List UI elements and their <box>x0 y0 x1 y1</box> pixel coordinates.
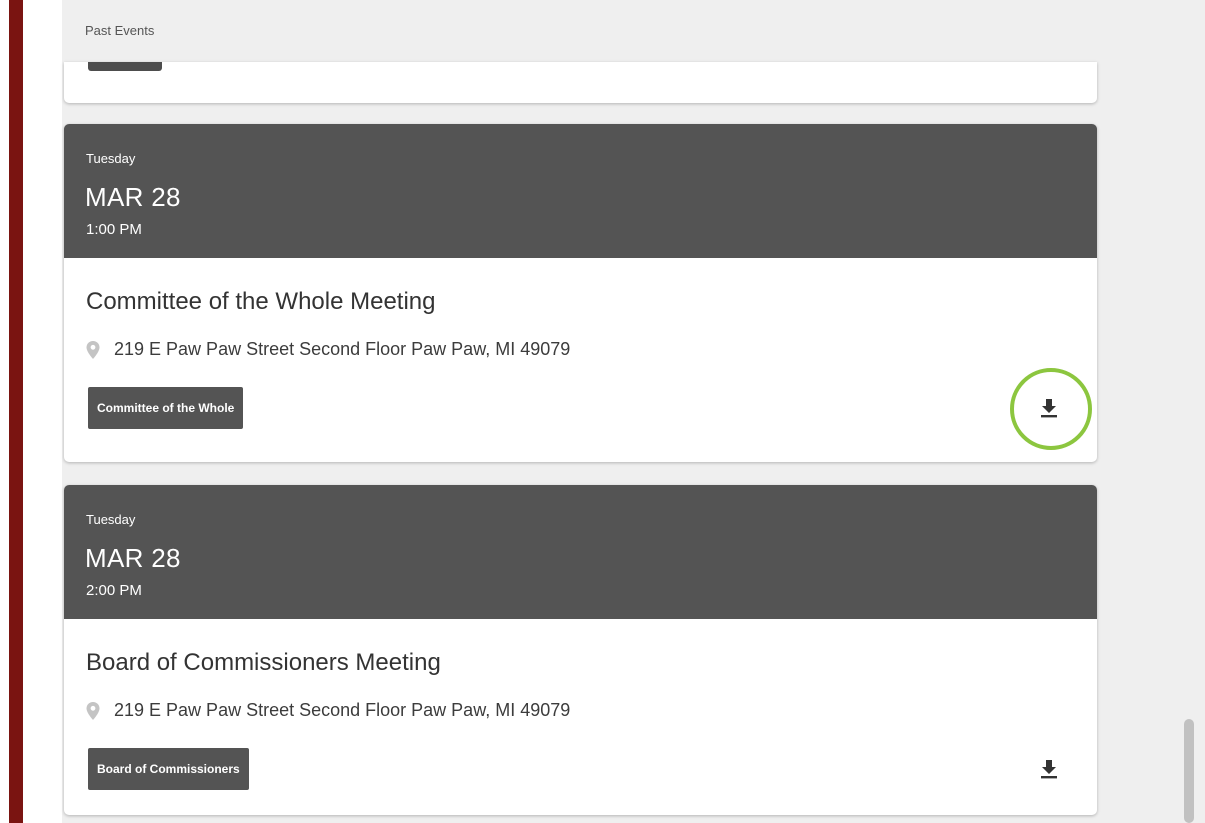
section-label: Past Events <box>85 23 155 38</box>
event-time: 2:00 PM <box>86 582 142 599</box>
map-marker-icon <box>86 701 100 720</box>
map-marker-icon <box>86 340 100 359</box>
event-card-partial <box>64 62 1097 103</box>
event-location: 219 E Paw Paw Street Second Floor Paw Pa… <box>86 700 570 721</box>
event-location-text: 219 E Paw Paw Street Second Floor Paw Pa… <box>114 339 571 359</box>
event-location-text: 219 E Paw Paw Street Second Floor Paw Pa… <box>114 700 571 720</box>
category-tag[interactable]: Committee of the Whole <box>88 387 244 429</box>
event-title[interactable]: Committee of the Whole Meeting <box>86 288 436 316</box>
event-time: 1:00 PM <box>86 221 142 238</box>
event-date-header: Tuesday MAR 28 1:00 PM <box>64 124 1097 258</box>
download-icon[interactable] <box>1038 397 1060 419</box>
side-accent-bar <box>9 0 23 823</box>
event-day: Tuesday <box>86 151 136 166</box>
download-icon[interactable] <box>1038 758 1060 780</box>
event-date: MAR 28 <box>85 182 181 212</box>
event-body: Committee of the Whole Meeting 219 E Paw… <box>64 258 1097 462</box>
event-date-header: Tuesday MAR 28 2:00 PM <box>64 485 1097 619</box>
event-day: Tuesday <box>86 512 136 527</box>
event-card[interactable]: Tuesday MAR 28 2:00 PM Board of Commissi… <box>64 485 1097 815</box>
category-tag-partial[interactable] <box>88 62 162 71</box>
event-body: Board of Commissioners Meeting 219 E Paw… <box>64 619 1097 815</box>
event-card[interactable]: Tuesday MAR 28 1:00 PM Committee of the … <box>64 124 1097 462</box>
event-location: 219 E Paw Paw Street Second Floor Paw Pa… <box>86 339 570 360</box>
page: Past Events Tuesday MAR 28 1:00 PM Commi… <box>0 0 1205 823</box>
scrollbar-thumb[interactable] <box>1184 719 1194 823</box>
event-title[interactable]: Board of Commissioners Meeting <box>86 649 441 677</box>
event-date: MAR 28 <box>85 543 181 573</box>
category-tag[interactable]: Board of Commissioners <box>88 748 249 790</box>
